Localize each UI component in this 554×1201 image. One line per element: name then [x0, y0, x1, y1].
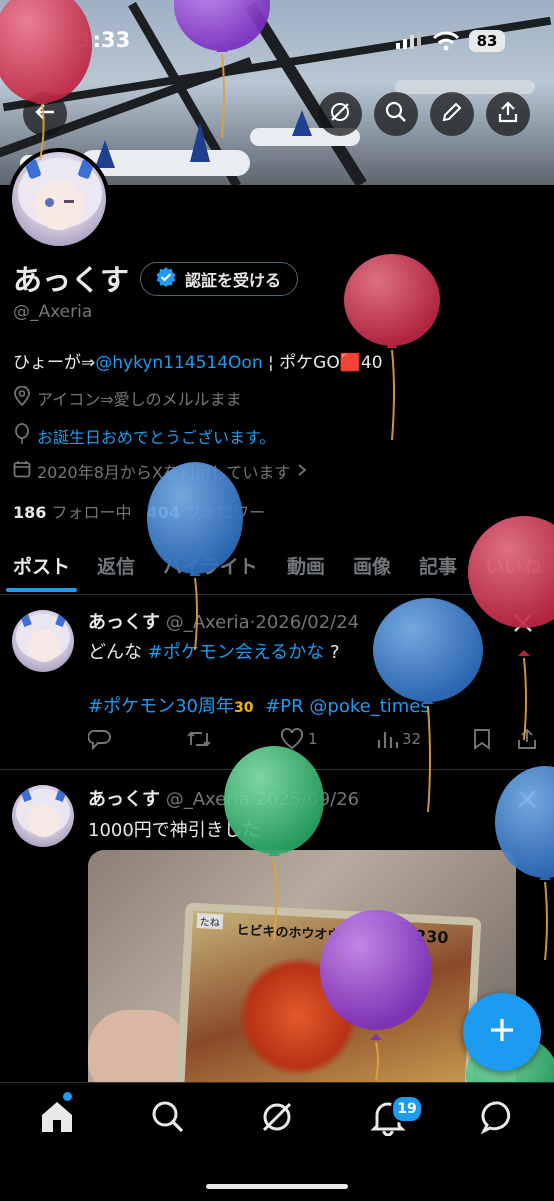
bio-suffix: ¦ ポケGO🟥40 [262, 353, 383, 373]
reply-icon[interactable] [87, 728, 112, 754]
status-time: 1:33 [78, 28, 131, 52]
card-stage: たね [196, 913, 224, 930]
tab-articles[interactable]: 記事 [419, 552, 457, 579]
view-count: 32 [402, 730, 422, 748]
post-header: あっくす @_Axeria·2026/02/24 [88, 612, 360, 633]
grok-button[interactable] [318, 92, 362, 136]
post-text: どんな #ポケモン会えるかな ? [88, 638, 340, 664]
post-text-part: ? [324, 642, 340, 663]
retweet-icon[interactable] [186, 728, 212, 754]
following-link[interactable]: 186 フォロー中 [13, 503, 132, 522]
card-art [234, 953, 362, 1080]
verified-icon [155, 266, 177, 292]
edit-icon [440, 100, 464, 128]
grok-icon[interactable] [258, 1098, 296, 1136]
location-text: アイコン⇒愛しのメルルまま [37, 390, 242, 409]
post-text: 1000円で神引きした [88, 820, 260, 841]
card-name: ヒビキのホウオウ [236, 923, 341, 944]
home-unread-dot [63, 1092, 72, 1101]
home-icon[interactable] [38, 1098, 76, 1136]
edit-button[interactable] [430, 92, 474, 136]
post-hashtag[interactable]: #ポケモン30周年 [88, 696, 234, 717]
balloon-icon [13, 423, 31, 449]
post-mention[interactable]: @poke_times [309, 696, 429, 717]
tab-replies[interactable]: 返信 [97, 552, 135, 579]
bio-text: ひょーが⇒ [13, 353, 96, 373]
post-author-name[interactable]: あっくす [88, 789, 160, 810]
profile-birthday: お誕生日おめでとうございます。 [13, 423, 275, 449]
messages-icon[interactable] [480, 1098, 518, 1136]
search-icon[interactable] [149, 1098, 187, 1136]
x-logo-icon [512, 612, 534, 638]
card-hp: 230 [414, 926, 449, 948]
search-icon [384, 100, 408, 128]
grok-icon [328, 100, 352, 128]
wifi-icon [432, 30, 460, 52]
followers-link[interactable]: 404 フォロワー [147, 503, 266, 522]
bio-mention-link[interactable]: @hykyn114514Oon [95, 353, 262, 373]
post-tags-line: #ポケモン30周年30 #PR @poke_times [88, 692, 430, 718]
tab-media[interactable]: 画像 [353, 552, 391, 579]
post-author-handle: @_Axeria [165, 789, 250, 810]
following-count: 186 [13, 503, 47, 522]
profile-location: アイコン⇒愛しのメルルまま [13, 385, 242, 410]
chevron-right-icon[interactable] [296, 462, 308, 481]
calendar-icon [13, 460, 31, 482]
following-label: フォロー中 [51, 503, 132, 522]
pokemon-30-emoji: 30 [234, 700, 254, 716]
tab-active-indicator [6, 588, 77, 592]
search-button[interactable] [374, 92, 418, 136]
post-date: 2026/02/24 [255, 612, 360, 633]
profile-handle: @_Axeria [13, 302, 93, 322]
cellular-signal-icon [394, 32, 424, 50]
share-icon[interactable] [516, 728, 538, 754]
profile-name: あっくす [13, 263, 130, 297]
notifications-badge: 19 [391, 1095, 423, 1123]
like-count: 1 [308, 730, 318, 748]
hand-shape [88, 1010, 188, 1082]
compose-icon [487, 1015, 517, 1049]
tab-posts[interactable]: ポスト [13, 552, 70, 579]
post-hashtag[interactable]: #ポケモン会えるかな [148, 642, 325, 663]
profile-joined: 2020年8月からXを利用しています [13, 459, 308, 483]
post-avatar[interactable] [12, 610, 74, 672]
birthday-text[interactable]: お誕生日おめでとうございます。 [37, 424, 275, 448]
verify-button[interactable]: 認証を受ける [140, 262, 299, 296]
back-button[interactable] [23, 92, 67, 136]
joined-text: 2020年8月からXを利用しています [37, 463, 291, 482]
location-icon [13, 385, 31, 410]
profile-avatar[interactable] [8, 148, 110, 250]
compose-button[interactable] [463, 993, 541, 1071]
profile-bio: ひょーが⇒@hykyn114514Oon ¦ ポケGO🟥40 [13, 348, 383, 373]
tab-highlights[interactable]: ハイライト [163, 552, 258, 579]
post-text-part: どんな [88, 642, 142, 663]
share-button[interactable] [486, 92, 530, 136]
battery-indicator: 83 [469, 30, 505, 52]
post-avatar[interactable] [12, 785, 74, 847]
post-media-image[interactable]: たね ヒビキのホウオウ 230 [88, 850, 516, 1082]
home-indicator [206, 1184, 348, 1189]
post-header: あっくす @_Axeria·2025/09/26 [88, 789, 360, 810]
back-arrow-icon [34, 101, 56, 127]
share-icon [496, 100, 520, 128]
x-logo-icon [516, 788, 538, 814]
post-item[interactable]: あっくす @_Axeria·2026/02/24 どんな #ポケモン会えるかな … [0, 595, 554, 769]
verify-button-label: 認証を受ける [185, 271, 282, 290]
post-date: 2025/09/26 [255, 789, 360, 810]
followers-count: 404 [146, 503, 181, 522]
views-icon[interactable] [376, 728, 399, 754]
follow-stats: 186 フォロー中 404 フォロワー [13, 499, 265, 523]
tab-videos[interactable]: 動画 [287, 552, 325, 579]
post-author-name[interactable]: あっくす [88, 612, 160, 633]
tab-likes[interactable]: いいね [485, 552, 542, 579]
post-author-handle: @_Axeria [165, 612, 250, 633]
heart-icon[interactable] [280, 727, 304, 754]
pokemon-card: たね ヒビキのホウオウ 230 [174, 902, 482, 1082]
bookmark-icon[interactable] [472, 728, 492, 754]
post-hashtag[interactable]: #PR [265, 696, 303, 717]
followers-label: フォロワー [185, 503, 266, 522]
